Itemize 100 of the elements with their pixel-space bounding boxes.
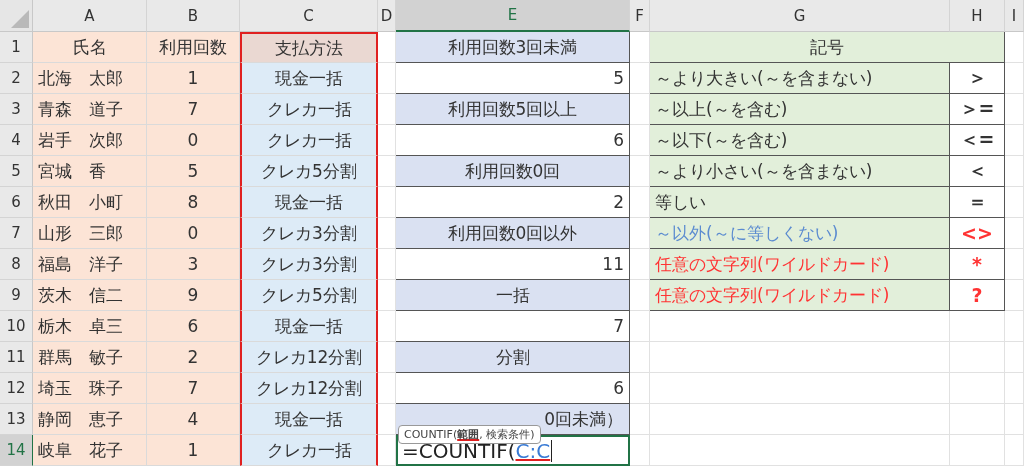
empty-cell [1005,63,1024,94]
table-cell: 岩手 次郎 [33,125,147,156]
row-header[interactable]: 7 [0,218,33,249]
table-cell: 福島 洋子 [33,249,147,280]
row-header[interactable]: 6 [0,187,33,218]
table-cell: 7 [396,311,630,342]
table-cell: 利用回数5回以上 [396,94,630,125]
row-header[interactable]: 9 [0,280,33,311]
empty-cell [1005,125,1024,156]
column-header[interactable]: D [378,0,396,32]
table-cell: 現金一括 [240,311,378,342]
table-cell: 6 [396,125,630,156]
table-cell: ? [950,280,1005,311]
column-header[interactable]: E [396,0,630,32]
empty-cell [1005,249,1024,280]
column-header[interactable]: G [650,0,950,32]
table-cell: 7 [147,94,240,125]
table-cell: ＜= [950,125,1005,156]
column-header[interactable]: F [630,0,650,32]
table-cell: 分割 [396,342,630,373]
empty-cell [1005,342,1024,373]
table-cell: 2 [147,342,240,373]
triangle-icon [11,10,29,28]
table-cell: クレカ3分割 [240,249,378,280]
table-cell: クレカ5分割 [240,156,378,187]
empty-cell [1005,280,1024,311]
table-cell: 埼玉 珠子 [33,373,147,404]
text-cursor [551,439,553,462]
table-cell: 茨木 信二 [33,280,147,311]
column-header[interactable]: H [950,0,1005,32]
table-cell: ＝ [950,187,1005,218]
table-cell: 栃木 卓三 [33,311,147,342]
row-header[interactable]: 2 [0,63,33,94]
table-cell: <> [950,218,1005,249]
table-cell: 一括 [396,280,630,311]
table-cell: クレカ12分割 [240,342,378,373]
table-cell: 任意の文字列(ワイルドカード) [650,249,950,280]
row-header[interactable]: 8 [0,249,33,280]
table-cell: クレカ3分割 [240,218,378,249]
table-cell: ＜ [950,156,1005,187]
table-cell: 現金一括 [240,404,378,435]
table-cell: 現金一括 [240,187,378,218]
table-cell: 利用回数 [147,32,240,63]
table-cell: 6 [147,311,240,342]
row-header[interactable]: 14 [0,435,33,466]
table-cell: * [950,249,1005,280]
table-cell: 9 [147,280,240,311]
table-cell: 氏名 [33,32,147,63]
row-header[interactable]: 10 [0,311,33,342]
row-header[interactable]: 3 [0,94,33,125]
table-cell: ～より大きい(～を含まない) [650,63,950,94]
empty-cell [630,404,650,435]
column-header[interactable]: C [240,0,378,32]
table-cell: 8 [147,187,240,218]
table-cell: 利用回数0回 [396,156,630,187]
empty-cell [1005,94,1024,125]
table-cell: 6 [396,373,630,404]
select-all-button[interactable] [0,0,33,32]
empty-cell [950,435,1005,466]
empty-cell [1005,373,1024,404]
table-cell: 等しい [650,187,950,218]
table-cell: 5 [147,156,240,187]
table-cell: 7 [147,373,240,404]
empty-cell [950,311,1005,342]
table-cell: 11 [396,249,630,280]
table-cell: 任意の文字列(ワイルドカード) [650,280,950,311]
table-cell: 0 [147,125,240,156]
table-cell: 3 [147,249,240,280]
table-cell: 1 [147,435,240,466]
table-cell: ＞ [950,63,1005,94]
table-cell: 5 [396,63,630,94]
table-cell: クレカ一括 [240,94,378,125]
empty-cell [1005,187,1024,218]
column-header[interactable]: I [1005,0,1024,32]
column-header[interactable]: A [33,0,147,32]
table-cell: 1 [147,63,240,94]
row-header[interactable]: 12 [0,373,33,404]
empty-cell [1005,435,1024,466]
table-cell: クレカ一括 [240,125,378,156]
row-header[interactable]: 1 [0,32,33,63]
empty-cell [950,404,1005,435]
table-cell: ～より小さい(～を含まない) [650,156,950,187]
table-cell: クレカ12分割 [240,373,378,404]
table-cell: 山形 三郎 [33,218,147,249]
table-cell: 記号 [650,32,1005,63]
column-header[interactable]: B [147,0,240,32]
table-cell: 岐阜 花子 [33,435,147,466]
table-cell: 静岡 恵子 [33,404,147,435]
row-header[interactable]: 13 [0,404,33,435]
row-header[interactable]: 11 [0,342,33,373]
row-header[interactable]: 5 [0,156,33,187]
table-cell: 支払方法 [240,32,378,63]
table-cell: ＞= [950,94,1005,125]
table-cell: 利用回数3回未満 [396,32,630,63]
table-cell: 宮城 香 [33,156,147,187]
empty-cell [1005,404,1024,435]
empty-cell [630,342,650,373]
row-header[interactable]: 4 [0,125,33,156]
table-cell: 現金一括 [240,63,378,94]
table-cell: 0 [147,218,240,249]
